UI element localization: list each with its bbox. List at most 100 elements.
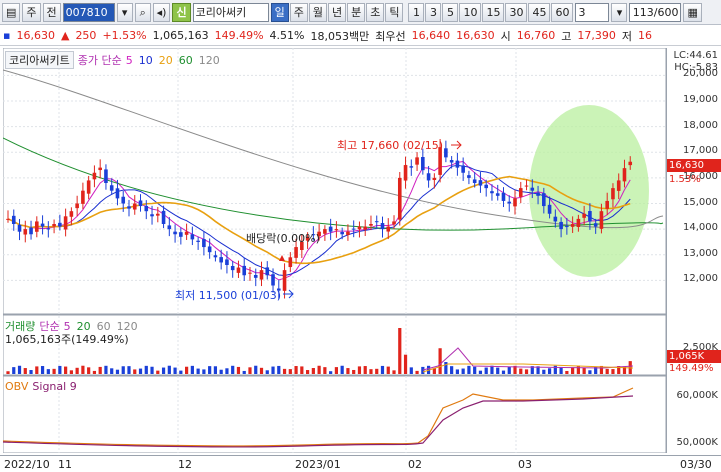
volume-bar bbox=[582, 367, 586, 374]
period-button[interactable]: 주 bbox=[289, 2, 308, 22]
candle-body bbox=[288, 257, 293, 268]
chart-menu-icon[interactable]: ▤ bbox=[2, 2, 21, 22]
settings-icon[interactable]: ▪ bbox=[0, 29, 13, 42]
volume-bar bbox=[565, 370, 569, 374]
volume-bar bbox=[461, 368, 465, 374]
market-selector[interactable]: 주 bbox=[22, 2, 41, 22]
volume-bar bbox=[294, 366, 298, 374]
candle-body bbox=[559, 221, 563, 230]
interval-button[interactable]: 45 bbox=[528, 2, 551, 22]
quote-bar: ▪ 16,630 ▲ 250 +1.53% 1,065,163 149.49% … bbox=[0, 26, 721, 46]
candle-body bbox=[415, 157, 419, 165]
interval-button[interactable]: 10 bbox=[459, 2, 482, 22]
ma-period-label: 60 bbox=[178, 53, 193, 67]
ma-periods: 5 10 20 60 120 bbox=[126, 54, 220, 67]
candle-body bbox=[259, 270, 264, 280]
volume-bar bbox=[346, 368, 350, 374]
period-button[interactable]: 월 bbox=[308, 2, 327, 22]
volume-bar bbox=[473, 366, 477, 374]
volume-bar bbox=[467, 365, 471, 374]
candle-body bbox=[495, 193, 500, 196]
search-icon[interactable]: ⌕ bbox=[134, 2, 151, 22]
low-label: 저 bbox=[621, 29, 632, 43]
interval-input[interactable]: 3 bbox=[575, 2, 610, 22]
candle-body bbox=[150, 214, 154, 217]
period-button[interactable]: 년 bbox=[327, 2, 347, 22]
obv-pane bbox=[2, 375, 667, 454]
volume-bar bbox=[6, 371, 10, 374]
interval-selector: 1 3 5 10 15 30 45 60 bbox=[408, 2, 574, 22]
interval-button[interactable]: 5 bbox=[442, 2, 459, 22]
obv-tick-low: 50,000K bbox=[676, 437, 718, 448]
volume-bar bbox=[271, 366, 275, 374]
best-ask-label: 최우선 bbox=[375, 29, 406, 43]
volume-rate-tag: 149.49% bbox=[669, 363, 714, 374]
volume-bar bbox=[380, 365, 385, 374]
period-selector: 일주월년분초틱 bbox=[270, 2, 404, 22]
volume-bar bbox=[386, 366, 390, 374]
candle-body bbox=[225, 259, 229, 265]
volume-bar bbox=[334, 367, 339, 374]
volume-bar bbox=[547, 368, 552, 374]
price-tick-label: 13,000 bbox=[683, 247, 718, 259]
candle-body bbox=[213, 255, 218, 258]
chart-canvas[interactable] bbox=[2, 47, 667, 454]
price-tick-label: 14,000 bbox=[683, 222, 718, 234]
calendar-icon[interactable]: ▦ bbox=[683, 2, 702, 22]
candle-body bbox=[357, 226, 362, 230]
low-price: 16 bbox=[637, 29, 652, 42]
lc-label: LC:44.61 bbox=[673, 50, 718, 61]
volume-bar bbox=[507, 366, 511, 374]
period-button[interactable]: 분 bbox=[347, 2, 366, 22]
volume-bar bbox=[225, 368, 229, 374]
period-button[interactable]: 초 bbox=[366, 2, 385, 22]
candle-body bbox=[138, 200, 143, 207]
data-count-field[interactable]: 113/600 bbox=[629, 2, 682, 22]
period-button[interactable]: 틱 bbox=[385, 2, 404, 22]
candle-body bbox=[467, 175, 471, 178]
interval-button[interactable]: 3 bbox=[425, 2, 442, 22]
volume-bar bbox=[277, 365, 281, 374]
best-bid: 16,630 bbox=[456, 29, 495, 42]
volume-bar bbox=[29, 370, 33, 374]
candle-body bbox=[40, 223, 45, 227]
candle-body bbox=[628, 161, 633, 166]
volume-bar bbox=[329, 371, 333, 374]
date-label: 2023/01 bbox=[295, 458, 341, 471]
volume-bar bbox=[150, 366, 154, 374]
volume-bar bbox=[64, 366, 68, 374]
candle-body bbox=[104, 169, 108, 183]
price-change: 250 bbox=[75, 29, 97, 42]
volume-bar bbox=[576, 365, 580, 374]
highlight-ellipse bbox=[529, 105, 649, 277]
prev-button[interactable]: 전 bbox=[42, 2, 61, 22]
obv-legend: OBV Signal 9 bbox=[5, 380, 77, 393]
volume-bar bbox=[311, 368, 315, 374]
current-price: 16,630 bbox=[16, 29, 55, 42]
code-dropdown-icon[interactable]: ▾ bbox=[116, 2, 133, 22]
interval-button[interactable]: 30 bbox=[505, 2, 528, 22]
best-ask: 16,640 bbox=[411, 29, 451, 42]
volume-bar bbox=[438, 348, 442, 374]
speaker-icon[interactable]: ◂) bbox=[152, 2, 171, 22]
volume-bar bbox=[167, 365, 171, 374]
volume-bar bbox=[559, 366, 563, 374]
interval-button[interactable]: 1 bbox=[408, 2, 425, 22]
volume-bar bbox=[455, 369, 459, 374]
volume-bar bbox=[605, 368, 609, 374]
candle-body bbox=[576, 218, 581, 227]
stock-name-field[interactable]: 코리아써키 bbox=[192, 2, 269, 22]
period-button[interactable]: 일 bbox=[270, 2, 289, 22]
stock-code-input[interactable]: 007810 bbox=[62, 2, 115, 22]
volume-bar bbox=[392, 370, 396, 374]
candle-body bbox=[328, 226, 333, 232]
candle-body bbox=[513, 198, 517, 207]
candle-body bbox=[184, 231, 189, 235]
right-axis: LC:44.61 HC:-5.83 20,000 19,000 18,000 17,0… bbox=[666, 48, 721, 453]
interval-button[interactable]: 15 bbox=[482, 2, 505, 22]
interval-dropdown-icon[interactable]: ▾ bbox=[611, 2, 628, 22]
candle-body bbox=[524, 185, 529, 187]
interval-button[interactable]: 60 bbox=[551, 2, 574, 22]
volume-bar bbox=[46, 369, 50, 374]
volume-bar bbox=[484, 367, 488, 374]
